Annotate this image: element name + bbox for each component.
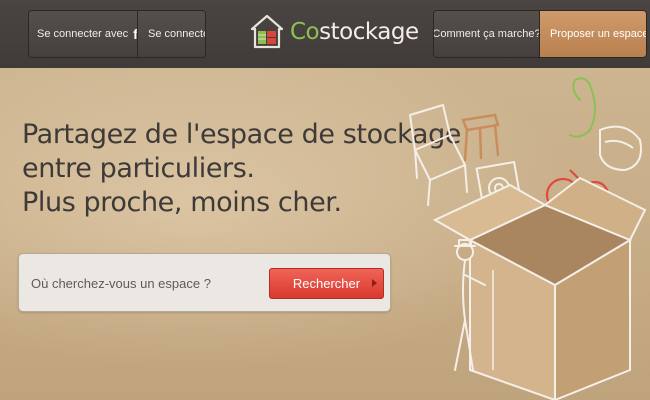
cardboard-box-drawing — [432, 176, 647, 400]
propose-space-button[interactable]: Proposer un espace — [539, 11, 646, 57]
search-button[interactable]: Rechercher — [269, 268, 384, 299]
logo-wordmark: Costockage — [290, 19, 419, 45]
storage-box-illustration — [409, 77, 647, 400]
logo-suffix: stockage — [319, 19, 419, 45]
login-button-group: Se connecter avec f Se connecter — [28, 10, 206, 58]
primary-actions-group: Comment ça marche? Proposer un espace — [433, 10, 647, 58]
logo[interactable]: Costockage — [250, 12, 419, 52]
login-facebook-button[interactable]: Se connecter avec f — [29, 11, 138, 57]
search-panel: Rechercher — [18, 253, 391, 312]
logo-prefix: Co — [290, 19, 320, 45]
how-it-works-button[interactable]: Comment ça marche? — [434, 11, 541, 57]
sofa-drawing — [599, 125, 642, 172]
top-navigation-bar: Se connecter avec f Se connecter Costock… — [0, 0, 650, 68]
chair-drawing — [409, 104, 468, 206]
login-facebook-label: Se connecter avec — [37, 28, 129, 40]
search-button-label: Rechercher — [292, 276, 361, 291]
chevron-right-icon — [372, 279, 377, 287]
gramophone-drawing — [569, 77, 596, 138]
stool-drawing — [461, 113, 500, 162]
location-search-input[interactable] — [29, 268, 273, 298]
house-logo-icon — [250, 14, 284, 49]
login-button[interactable]: Se connecter — [137, 11, 205, 57]
